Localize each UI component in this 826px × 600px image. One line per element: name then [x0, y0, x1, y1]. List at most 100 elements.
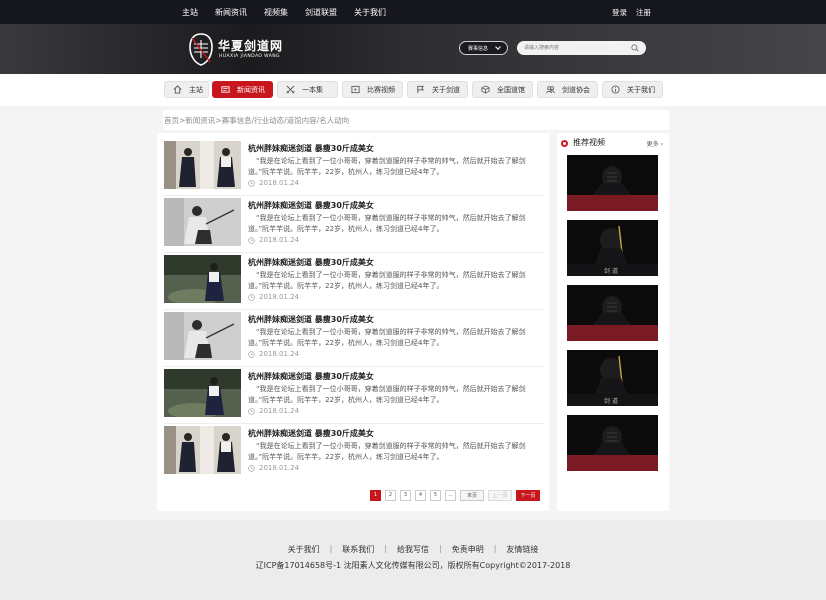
- news-title[interactable]: 杭州胖妹痴迷剑道 暴瘦30斤成美女: [248, 314, 374, 325]
- search-box: [517, 41, 646, 55]
- news-thumbnail[interactable]: [164, 369, 241, 417]
- info-icon: [611, 85, 620, 94]
- page-button-2[interactable]: 2: [385, 489, 396, 501]
- video-caption: 剑 道: [604, 267, 618, 275]
- page-button-4[interactable]: 4: [415, 489, 426, 501]
- footer-link-friends[interactable]: 友情链接: [506, 544, 538, 555]
- news-date: 2018.01.24: [259, 350, 300, 358]
- pagination: 1 2 3 4 5 ... 末页 上一页 下一页: [370, 489, 544, 501]
- news-item[interactable]: 杭州胖妹痴迷剑道 暴瘦30斤成美女 “我是在论坛上看到了一位小哥哥，穿着剑道服的…: [164, 198, 544, 253]
- divider: |: [439, 544, 442, 553]
- top-nav-item-home[interactable]: 主站: [182, 7, 198, 18]
- last-page-button[interactable]: 末页: [460, 489, 484, 501]
- main-nav: 主站 新闻资讯 一本集 比赛视频 关于剑道 全国道馆 剑道协会 关于我们: [164, 81, 664, 99]
- video-thumbnail[interactable]: [567, 415, 658, 471]
- clock-icon: [248, 236, 255, 244]
- news-item[interactable]: 杭州胖妹痴迷剑道 暴瘦30斤成美女 “我是在论坛上看到了一位小哥哥，穿着剑道服的…: [164, 369, 544, 424]
- footer-link-contact[interactable]: 联系我们: [342, 544, 374, 555]
- divider: |: [329, 544, 333, 553]
- news-thumbnail[interactable]: [164, 141, 241, 189]
- news-title[interactable]: 杭州胖妹痴迷剑道 暴瘦30斤成美女: [248, 143, 374, 154]
- register-link[interactable]: 注册: [636, 7, 651, 18]
- video-thumbnail[interactable]: [567, 285, 658, 341]
- nav-tab-association[interactable]: 剑道协会: [537, 81, 598, 98]
- news-date-row: 2018.01.24: [248, 350, 299, 358]
- nav-tab-label: 关于剑道: [432, 85, 460, 94]
- nav-tab-label: 比赛视频: [367, 85, 395, 94]
- divider: [164, 423, 544, 424]
- nav-tab-home[interactable]: 主站: [164, 81, 209, 98]
- footer-link-write[interactable]: 给我写信: [397, 544, 429, 555]
- top-nav-item-news[interactable]: 新闻资讯: [215, 7, 247, 18]
- divider: [164, 366, 544, 367]
- search-input[interactable]: [524, 42, 624, 54]
- footer-link-disclaimer[interactable]: 免责申明: [452, 544, 484, 555]
- top-nav-item-about[interactable]: 关于我们: [354, 7, 386, 18]
- video-caption: 剑 道: [604, 397, 618, 405]
- nav-tab-label: 剑道协会: [562, 85, 590, 94]
- clock-icon: [248, 464, 255, 472]
- breadcrumb[interactable]: 首页>新闻资讯>赛事信息/行业动态/道馆内容/名人动向: [163, 110, 669, 130]
- top-nav-item-alliance[interactable]: 剑道联盟: [305, 7, 337, 18]
- news-item[interactable]: 杭州胖妹痴迷剑道 暴瘦30斤成美女 “我是在论坛上看到了一位小哥哥，穿着剑道服的…: [164, 312, 544, 367]
- nav-tab-news[interactable]: 新闻资讯: [212, 81, 273, 98]
- top-nav-item-videos[interactable]: 视频集: [264, 7, 288, 18]
- header-banner: [0, 24, 826, 74]
- sidebar-title: 推荐视频: [573, 138, 605, 147]
- page-button-1[interactable]: 1: [370, 489, 381, 501]
- news-thumbnail[interactable]: [164, 426, 241, 474]
- nav-tab-about-kendo[interactable]: 关于剑道: [407, 81, 468, 98]
- top-bar: 主站 新闻资讯 视频集 剑道联盟 关于我们 登录 注册: [0, 0, 826, 24]
- page-button-5[interactable]: 5: [430, 489, 441, 501]
- news-summary: “我是在论坛上看到了一位小哥哥，穿着剑道服的样子非常的帅气，然后就开始去了解剑道…: [248, 328, 526, 347]
- news-date-row: 2018.01.24: [248, 464, 299, 472]
- event-info-dropdown[interactable]: 赛事信息: [459, 41, 508, 55]
- news-date-row: 2018.01.24: [248, 179, 299, 187]
- news-summary: “我是在论坛上看到了一位小哥哥，穿着剑道服的样子非常的帅气，然后就开始去了解剑道…: [248, 271, 526, 290]
- footer-links: 关于我们 | 联系我们 | 给我写信 | 免责申明 | 友情链接: [0, 544, 826, 555]
- news-item[interactable]: 杭州胖妹痴迷剑道 暴瘦30斤成美女 “我是在论坛上看到了一位小哥哥，穿着剑道服的…: [164, 141, 544, 196]
- news-title[interactable]: 杭州胖妹痴迷剑道 暴瘦30斤成美女: [248, 200, 374, 211]
- next-page-button[interactable]: 下一页: [516, 489, 540, 501]
- nav-tab-match-videos[interactable]: 比赛视频: [342, 81, 403, 98]
- footer-link-about[interactable]: 关于我们: [288, 544, 320, 555]
- nav-tab-about-us[interactable]: 关于我们: [602, 81, 663, 98]
- news-thumbnail[interactable]: [164, 312, 241, 360]
- prev-page-button[interactable]: 上一页: [488, 489, 512, 501]
- news-title[interactable]: 杭州胖妹痴迷剑道 暴瘦30斤成美女: [248, 371, 374, 382]
- video-thumbnail[interactable]: [567, 155, 658, 211]
- news-title[interactable]: 杭州胖妹痴迷剑道 暴瘦30斤成美女: [248, 257, 374, 268]
- site-logo[interactable]: 华夏剑道网 HUAXIA JIANDAO WANG: [188, 30, 298, 68]
- video-thumbnail[interactable]: 剑 道: [567, 220, 658, 276]
- clock-icon: [248, 350, 255, 358]
- nav-tab-label: 关于我们: [627, 85, 655, 94]
- news-date: 2018.01.24: [259, 407, 300, 415]
- home-icon: [173, 85, 182, 94]
- news-thumbnail[interactable]: [164, 255, 241, 303]
- news-summary: “我是在论坛上看到了一位小哥哥，穿着剑道服的样子非常的帅气，然后就开始去了解剑道…: [248, 214, 526, 233]
- news-icon: [221, 86, 230, 93]
- news-item[interactable]: 杭州胖妹痴迷剑道 暴瘦30斤成美女 “我是在论坛上看到了一位小哥哥，穿着剑道服的…: [164, 426, 544, 478]
- nav-tab-collection[interactable]: 一本集: [277, 81, 338, 98]
- news-item[interactable]: 杭州胖妹痴迷剑道 暴瘦30斤成美女 “我是在论坛上看到了一位小哥哥，穿着剑道服的…: [164, 255, 544, 310]
- search-icon[interactable]: [631, 44, 639, 52]
- video-play-icon: [351, 85, 360, 94]
- news-date: 2018.01.24: [259, 464, 300, 472]
- chevron-right-icon: ›: [660, 141, 663, 148]
- clock-icon: [248, 407, 255, 415]
- news-thumbnail[interactable]: [164, 198, 241, 246]
- sidebar-header: 推荐视频 更多 ›: [561, 136, 665, 150]
- more-label: 更多: [646, 141, 659, 148]
- divider: [164, 252, 544, 253]
- page-button-3[interactable]: 3: [400, 489, 411, 501]
- divider: [164, 309, 544, 310]
- login-link[interactable]: 登录: [612, 7, 627, 18]
- nav-tab-label: 新闻资讯: [237, 85, 265, 94]
- news-title[interactable]: 杭州胖妹痴迷剑道 暴瘦30斤成美女: [248, 428, 374, 439]
- divider: |: [493, 544, 497, 553]
- news-date-row: 2018.01.24: [248, 293, 299, 301]
- video-thumbnail[interactable]: 剑 道: [567, 350, 658, 406]
- more-link[interactable]: 更多 ›: [647, 139, 663, 148]
- nav-tab-dojos[interactable]: 全国道馆: [472, 81, 533, 98]
- recommended-videos: 推荐视频 更多 › 剑 道 剑 道: [557, 133, 669, 511]
